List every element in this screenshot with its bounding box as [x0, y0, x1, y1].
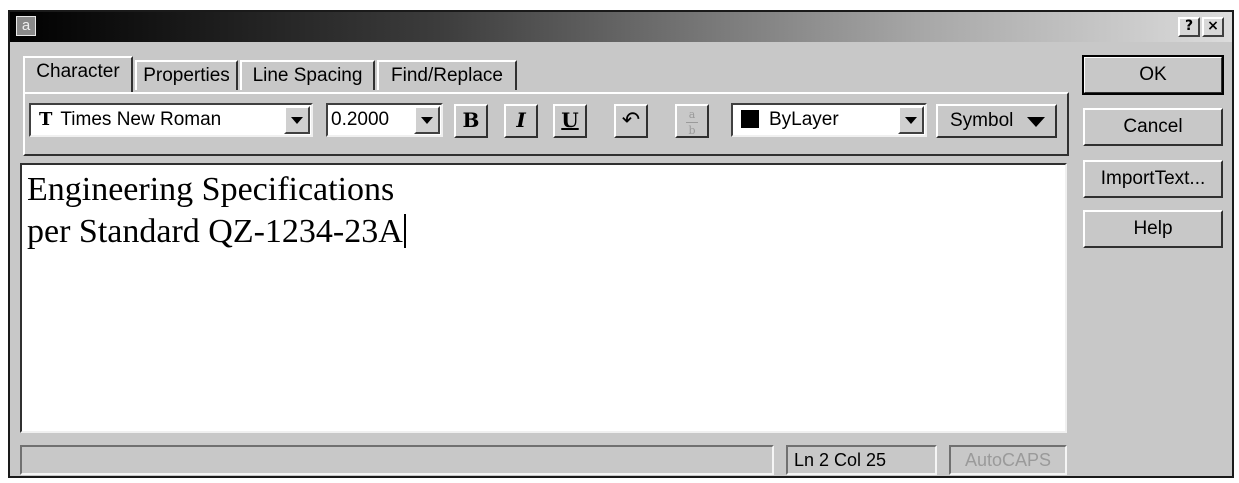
chevron-down-icon[interactable]: [284, 106, 310, 134]
tab-character[interactable]: Character: [23, 56, 133, 92]
editor-line-2: per Standard QZ-1234-23A: [27, 212, 406, 252]
triangle-down-icon: [1027, 117, 1045, 127]
title-bar[interactable]: a ? ×: [10, 12, 1232, 42]
text-height-select[interactable]: 0.2000: [326, 103, 443, 137]
tab-line-spacing[interactable]: Line Spacing: [240, 60, 375, 90]
help-button[interactable]: Help: [1083, 210, 1223, 248]
editor-line-2-text: per Standard QZ-1234-23A: [27, 213, 403, 250]
stack-divider: [686, 122, 698, 123]
text-height-value: 0.2000: [331, 109, 390, 130]
stack-button[interactable]: a b: [675, 104, 709, 138]
stack-top: a: [688, 108, 696, 121]
close-button[interactable]: ×: [1202, 17, 1224, 37]
font-select[interactable]: T Times New Roman: [29, 103, 313, 137]
autocaps-toggle[interactable]: AutoCAPS: [949, 445, 1067, 475]
tab-properties[interactable]: Properties: [135, 60, 238, 90]
underline-button[interactable]: U: [553, 104, 587, 138]
text-caret: [403, 214, 406, 248]
app-icon[interactable]: a: [16, 16, 36, 36]
cancel-button[interactable]: Cancel: [1083, 108, 1223, 146]
chevron-down-icon[interactable]: [898, 106, 924, 134]
color-name: ByLayer: [769, 109, 839, 130]
italic-button[interactable]: I: [504, 104, 538, 138]
import-text-button[interactable]: ImportText...: [1083, 160, 1223, 198]
help-question-button[interactable]: ?: [1178, 17, 1200, 37]
text-editor-area[interactable]: Engineering Specifications per Standard …: [20, 163, 1067, 433]
undo-button[interactable]: ↶: [614, 104, 648, 138]
bold-button[interactable]: B: [454, 104, 488, 138]
truetype-font-icon: T: [39, 109, 53, 130]
tab-find-replace[interactable]: Find/Replace: [377, 60, 517, 90]
symbol-button[interactable]: Symbol: [936, 104, 1057, 138]
font-name: Times New Roman: [60, 109, 222, 130]
chevron-down-icon[interactable]: [414, 106, 440, 134]
color-swatch: [741, 110, 759, 128]
symbol-button-label: Symbol: [950, 110, 1014, 131]
color-select-value: ByLayer: [741, 105, 839, 135]
ok-button[interactable]: OK: [1082, 55, 1224, 95]
color-select[interactable]: ByLayer: [731, 103, 927, 137]
font-select-value: T Times New Roman: [39, 105, 221, 135]
stack-bottom: b: [688, 124, 696, 137]
editor-line-1: Engineering Specifications: [27, 171, 395, 208]
status-message: [20, 445, 774, 475]
cursor-position: Ln 2 Col 25: [786, 445, 937, 475]
